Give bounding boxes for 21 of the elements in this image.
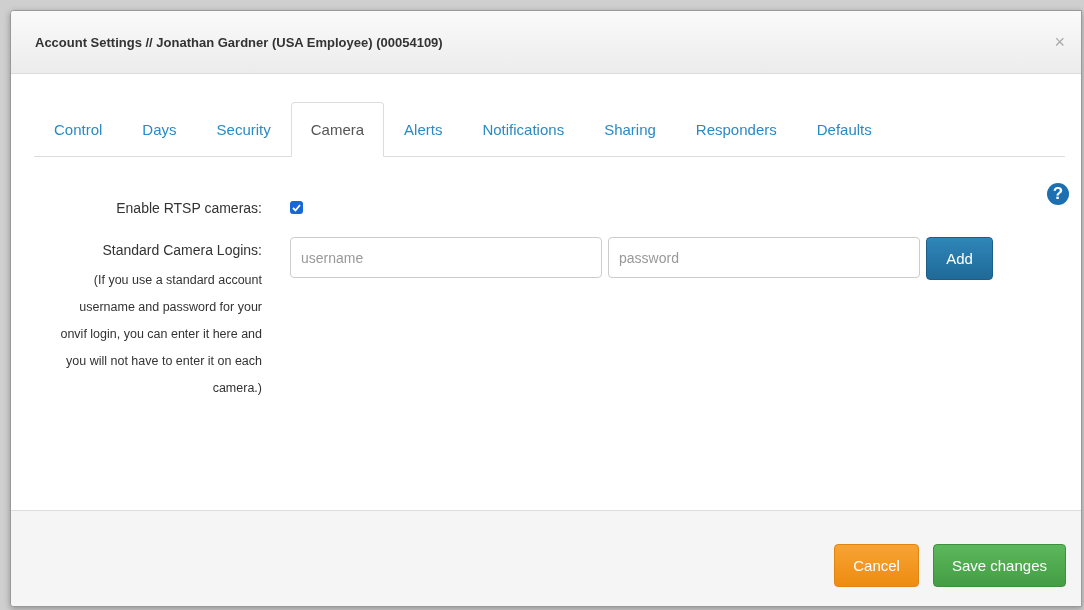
tab[interactable]: Control: [34, 102, 123, 157]
tab[interactable]: Camera: [290, 102, 385, 157]
cancel-button[interactable]: Cancel: [834, 544, 919, 587]
input-field[interactable]: password: [608, 237, 920, 278]
field-label: Enable RTSP cameras:: [115, 199, 262, 218]
tab[interactable]: Days: [122, 102, 197, 157]
save-button[interactable]: Save changes: [932, 544, 1066, 587]
close-button[interactable]: ×: [1054, 31, 1065, 53]
add-button[interactable]: Add: [926, 237, 993, 280]
help-icon[interactable]: ?: [1047, 183, 1069, 205]
tab[interactable]: Security: [196, 102, 291, 157]
tab[interactable]: Responders: [675, 102, 797, 157]
checkbox[interactable]: [290, 201, 303, 214]
field-label: Standard Camera Logins:: [101, 241, 262, 260]
input-field[interactable]: username: [290, 237, 602, 278]
tab[interactable]: Defaults: [796, 102, 892, 157]
help-text: (If you use a standard account username and password for your onvif login, you can enter it here and you will not have to enter it on each camera.): [59, 272, 262, 397]
tab[interactable]: Alerts: [384, 102, 463, 157]
tab[interactable]: Notifications: [462, 102, 585, 157]
tab[interactable]: Sharing: [584, 102, 676, 157]
dialog-title: Account Settings // Jonathan Gardner (USA Employee) (00054109): [35, 34, 443, 50]
